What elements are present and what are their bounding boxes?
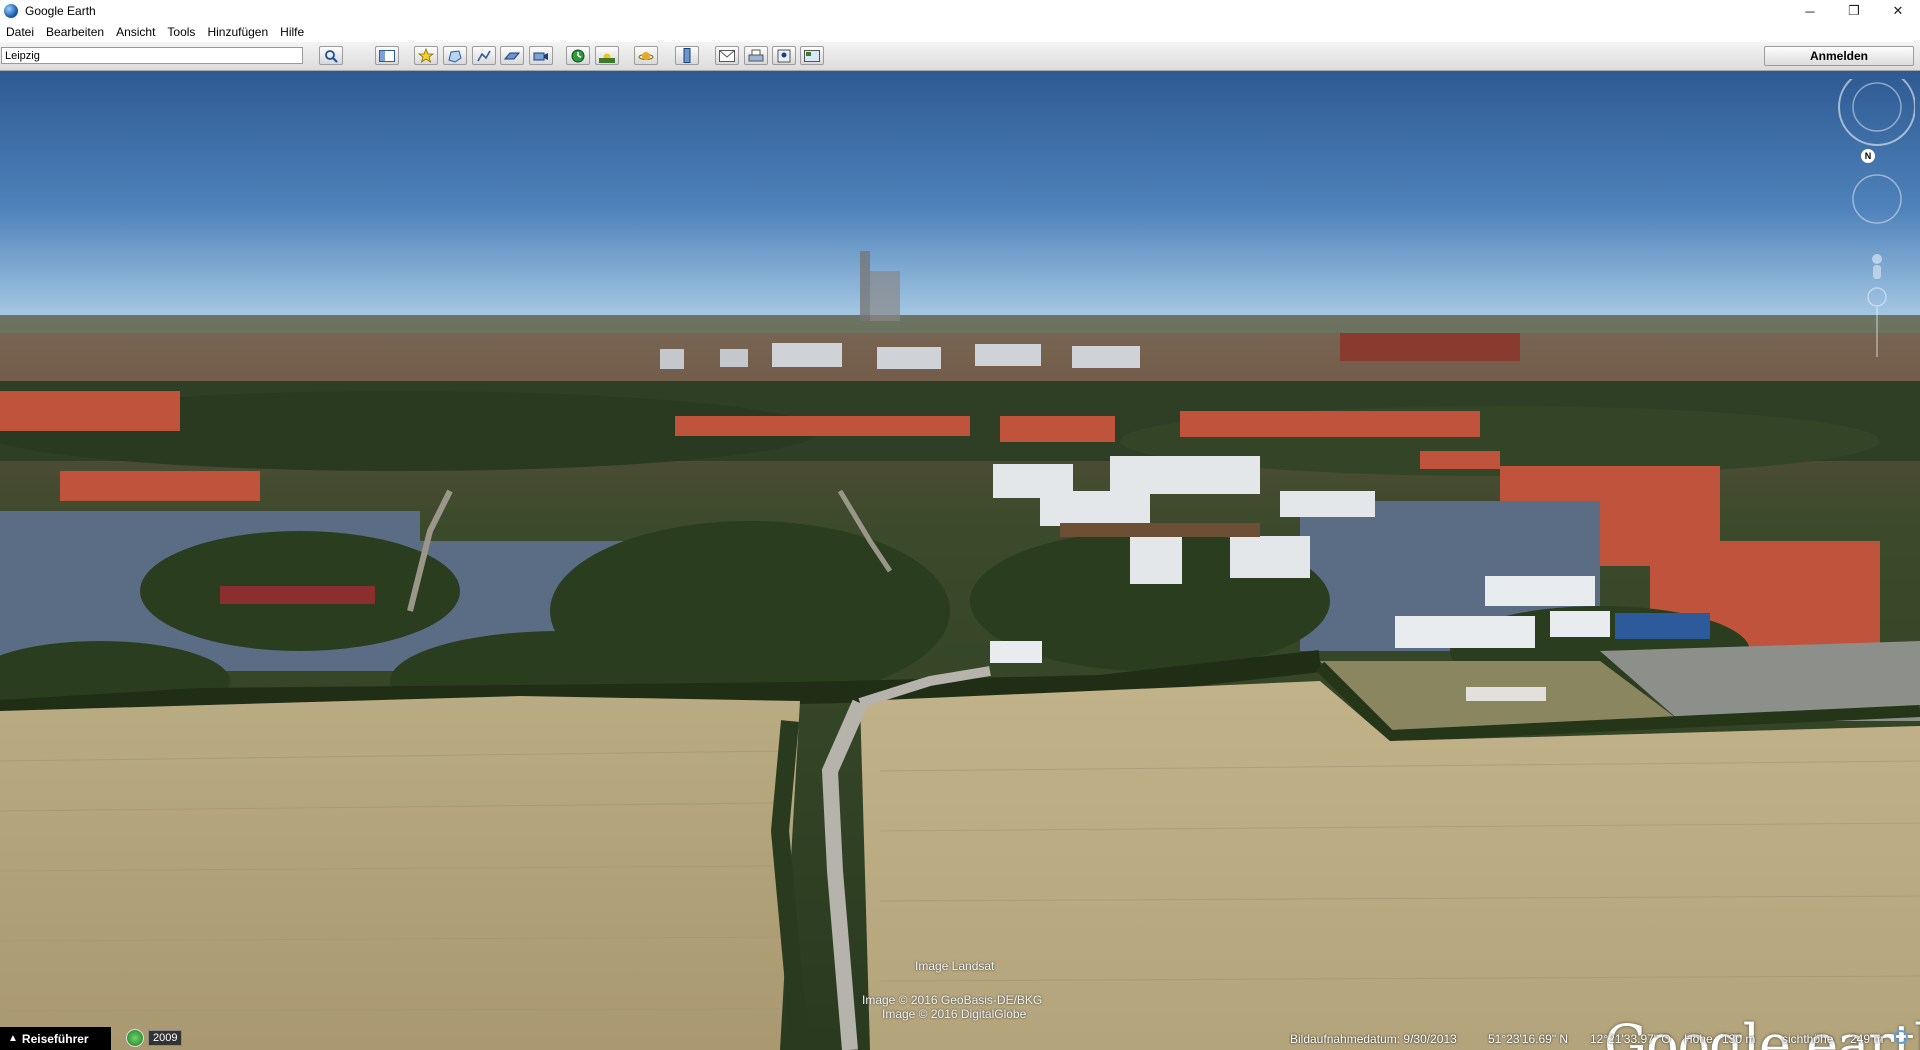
menu-hinzufuegen[interactable]: Hinzufügen (207, 25, 268, 39)
record-tour-icon (533, 52, 548, 60)
search-icon (325, 49, 338, 63)
planets-button[interactable] (634, 46, 658, 65)
look-joystick[interactable] (1838, 79, 1915, 146)
imagery-credit-digitalglobe: Image © 2016 DigitalGlobe (882, 1007, 1027, 1021)
history-year: 2009 (148, 1030, 183, 1046)
compass-north-marker[interactable]: N (1861, 149, 1875, 163)
ruler-button[interactable] (675, 46, 699, 65)
add-placemark-button[interactable] (414, 46, 438, 65)
ruler-icon (683, 48, 691, 63)
search-button[interactable] (319, 46, 343, 65)
menu-ansicht[interactable]: Ansicht (116, 25, 155, 39)
image-overlay-icon (504, 52, 520, 59)
menu-bar: Datei Bearbeiten Ansicht Tools Hinzufüge… (0, 22, 1920, 42)
sunlight-button[interactable] (595, 46, 619, 65)
record-tour-button[interactable] (529, 46, 553, 65)
elevation-value: 130 m (1722, 1032, 1756, 1046)
imagery-credit-landsat: Image Landsat (915, 959, 995, 973)
pegman-icon[interactable] (1872, 254, 1882, 279)
historical-imagery-button[interactable] (566, 46, 590, 65)
view-in-maps-button[interactable] (800, 46, 824, 65)
toolbar: Anmelden (0, 42, 1920, 71)
email-icon (719, 49, 735, 62)
imagery-date: Bildaufnahmedatum: 9/30/2013 (1290, 1032, 1457, 1046)
close-button[interactable]: ✕ (1876, 0, 1920, 22)
sidebar-toggle-button[interactable] (375, 46, 399, 65)
eye-altitude-value: 249 m (1850, 1032, 1884, 1046)
tour-guide-button[interactable]: ▲ Reiseführer (0, 1027, 111, 1050)
menu-datei[interactable]: Datei (6, 25, 34, 39)
add-path-button[interactable] (472, 46, 496, 65)
add-image-overlay-button[interactable] (500, 46, 524, 65)
search-input[interactable] (1, 47, 303, 64)
earth-3d-viewport[interactable]: N Image Landsat Image © 2016 GeoBasis-DE… (0, 71, 1920, 1050)
view-in-maps-icon (804, 49, 820, 62)
add-polygon-button[interactable] (443, 46, 467, 65)
print-icon (748, 49, 764, 61)
historical-imagery-indicator[interactable]: 2009 (126, 1029, 183, 1047)
imagery-credit-geobasis: Image © 2016 GeoBasis-DE/BKG (862, 993, 1043, 1007)
tour-guide-label: Reiseführer (21, 1031, 89, 1046)
chevron-up-icon: ▲ (8, 1033, 18, 1044)
menu-hilfe[interactable]: Hilfe (280, 25, 304, 39)
zoom-slider[interactable] (1867, 287, 1887, 357)
planets-icon (638, 51, 654, 60)
navigation-controls (1838, 79, 1915, 357)
maximize-button[interactable]: ❐ (1832, 0, 1876, 22)
email-button[interactable] (715, 46, 739, 65)
streaming-indicator-icon (1894, 1030, 1908, 1044)
title-bar: Google Earth ─ ❐ ✕ (0, 0, 1920, 22)
eye-altitude-label: sichthöhe (1782, 1032, 1834, 1046)
clock-icon (126, 1029, 144, 1047)
save-image-icon (777, 49, 791, 62)
move-joystick[interactable] (1852, 174, 1902, 224)
latitude-readout: 51°23'16.69" N (1488, 1032, 1569, 1046)
aerial-scene (0, 71, 1920, 1050)
placemark-icon (418, 48, 434, 63)
menu-tools[interactable]: Tools (167, 25, 195, 39)
longitude-readout: 12°21'33.97" O (1590, 1032, 1671, 1046)
sunlight-icon (599, 53, 615, 63)
window-title: Google Earth (25, 4, 96, 18)
sidebar-toggle-icon (379, 49, 395, 62)
historical-imagery-icon (571, 49, 585, 62)
save-image-button[interactable] (772, 46, 796, 65)
print-button[interactable] (744, 46, 768, 65)
sign-in-button[interactable]: Anmelden (1764, 46, 1914, 66)
polygon-icon (448, 49, 462, 63)
menu-bearbeiten[interactable]: Bearbeiten (46, 25, 104, 39)
minimize-button[interactable]: ─ (1788, 0, 1832, 22)
google-earth-app-icon (4, 4, 18, 18)
path-icon (477, 50, 491, 61)
elevation-label: Höhe (1684, 1032, 1713, 1046)
